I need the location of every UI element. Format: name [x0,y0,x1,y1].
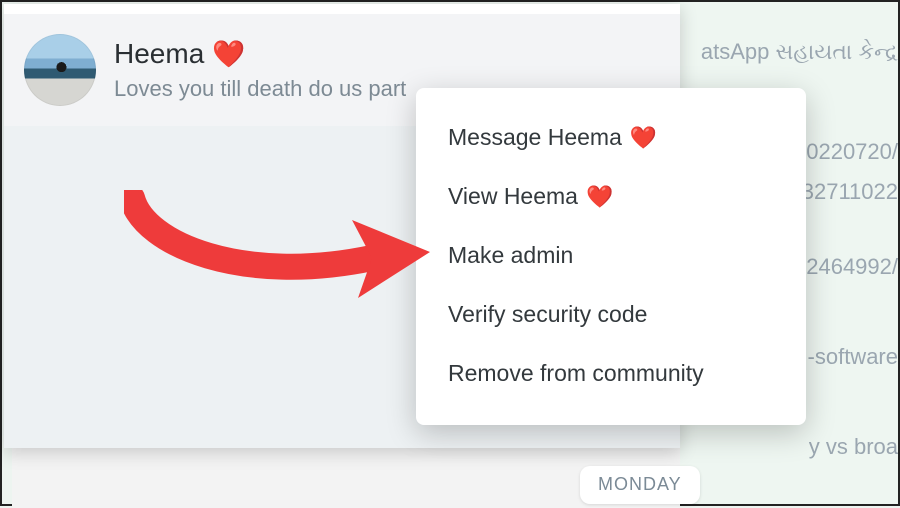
heart-icon: ❤️ [630,125,657,151]
panel-top-edge [4,4,680,14]
bg-text-fragment: -software [808,327,898,387]
bg-text-fragment: y vs broa [809,417,898,477]
context-menu: Message Heema ❤️ View Heema ❤️ Make admi… [416,88,806,425]
contact-text-block: Heema ❤️ Loves you till death do us part [114,38,406,102]
avatar[interactable] [24,34,96,106]
contact-name: Heema ❤️ [114,38,406,70]
heart-icon: ❤️ [586,184,613,210]
contact-name-label: Heema [114,38,204,70]
menu-item-verify-security[interactable]: Verify security code [416,285,806,344]
heart-icon: ❤️ [212,39,245,70]
menu-item-remove[interactable]: Remove from community [416,344,806,403]
bg-header-fragment: atsApp સહાયતા કેન્દ્ર [701,22,898,82]
day-pill: MONDAY [580,466,700,504]
menu-item-label: Verify security code [448,301,647,328]
menu-item-view[interactable]: View Heema ❤️ [416,167,806,226]
bg-text-fragment: 32711022 [802,162,898,222]
day-pill-label: MONDAY [598,474,682,494]
menu-item-make-admin[interactable]: Make admin [416,226,806,285]
menu-item-label: View Heema [448,183,578,210]
contact-status: Loves you till death do us part [114,76,406,102]
menu-item-label: Message Heema [448,124,622,151]
bg-text-fragment: 2464992/ [806,237,898,297]
menu-item-label: Remove from community [448,360,704,387]
menu-item-message[interactable]: Message Heema ❤️ [416,108,806,167]
menu-item-label: Make admin [448,242,573,269]
